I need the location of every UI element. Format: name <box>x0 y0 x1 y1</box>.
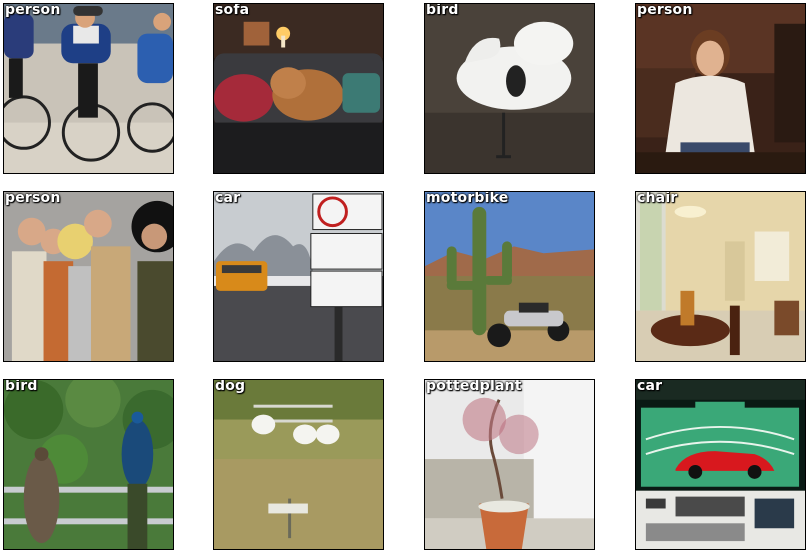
image-tile: car <box>635 379 806 550</box>
peacocks-photo <box>4 380 173 549</box>
dog-on-sofa-photo <box>214 4 383 173</box>
tile-label: motorbike <box>426 191 509 206</box>
dining-room-photo <box>636 192 805 361</box>
tile-label: bird <box>5 379 38 394</box>
tile-label: person <box>637 3 693 18</box>
image-tile: car <box>213 191 384 362</box>
image-tile: bird <box>3 379 174 550</box>
tile-label: chair <box>637 191 678 206</box>
cyclists-photo <box>4 4 173 173</box>
image-tile: bird <box>424 3 595 174</box>
tile-label: person <box>5 3 61 18</box>
tile-label: person <box>5 191 61 206</box>
costume-group-photo <box>4 192 173 361</box>
image-tile: motorbike <box>424 191 595 362</box>
potted-tree-photo <box>425 380 594 549</box>
desert-cactus-motorbike-photo <box>425 192 594 361</box>
tile-label: pottedplant <box>426 379 522 394</box>
image-tile: sofa <box>213 3 384 174</box>
tile-label: dog <box>215 379 246 394</box>
tile-label: bird <box>426 3 459 18</box>
image-tile: pottedplant <box>424 379 595 550</box>
tile-label: sofa <box>215 3 250 18</box>
image-tile: person <box>3 3 174 174</box>
image-tile: person <box>3 191 174 362</box>
red-car-display-photo <box>636 380 805 549</box>
tile-label: car <box>637 379 663 394</box>
street-signs-bus-photo <box>214 192 383 361</box>
image-grid: person sofa bird person person car motor… <box>0 0 811 554</box>
image-tile: dog <box>213 379 384 550</box>
image-tile: chair <box>635 191 806 362</box>
goats-in-field-photo <box>214 380 383 549</box>
swan-photo <box>425 4 594 173</box>
image-tile: person <box>635 3 806 174</box>
tile-label: car <box>215 191 241 206</box>
woman-at-table-photo <box>636 4 805 173</box>
